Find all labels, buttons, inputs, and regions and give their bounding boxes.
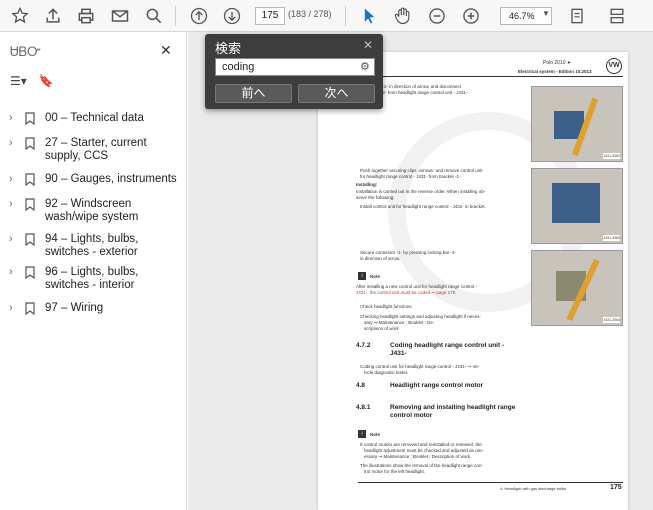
text-line: in direction of arrow. [360, 256, 401, 261]
bookmark-icon [25, 266, 37, 283]
panel-title: ᏌᏴᏅ [10, 44, 41, 59]
bookmark-item[interactable]: › 94 – Lights, bulbs, switches - exterio… [0, 233, 187, 259]
next-result-button[interactable]: 次へ [298, 84, 375, 103]
chevron-right-icon[interactable]: › [9, 198, 21, 211]
search-title: 検索 [215, 41, 242, 56]
page-number-input[interactable]: 175 [255, 7, 285, 25]
bookmark-icon [25, 137, 37, 154]
zoom-in-icon[interactable] [459, 4, 483, 28]
figure-2: J431-2063 [531, 168, 623, 244]
figure-3: J431-2064 [531, 250, 623, 326]
text-line: serve the following: [356, 195, 395, 200]
next-page-icon[interactable] [220, 4, 244, 28]
bookmark-label: 27 – Starter, current supply, CCS [45, 137, 147, 162]
chevron-down-icon[interactable]: ▼ [542, 9, 550, 18]
text-line: essary ⇒ Maintenance ; Booklet ; Descrip… [364, 454, 472, 459]
prev-result-button[interactable]: 前へ [215, 84, 292, 103]
page-footer: 4. Headlight with gas discharge bulbs [500, 486, 567, 491]
upload-icon[interactable] [41, 4, 65, 28]
bookmark-label: 94 – Lights, bulbs, switches - exterior [45, 233, 139, 258]
text-line: Install control unit for headlight range… [360, 204, 486, 209]
section-number: 4.7.2 [356, 342, 371, 349]
bookmark-icon [25, 198, 37, 215]
bookmark-item[interactable]: › 27 – Starter, current supply, CCS [0, 137, 187, 163]
prev-page-icon[interactable] [187, 4, 211, 28]
chevron-right-icon[interactable]: › [9, 137, 21, 150]
zoom-out-icon[interactable] [425, 4, 449, 28]
pdf-page: Polo 2010 ➤ Electrical system - Edition … [318, 52, 628, 510]
page-number: 175 [610, 484, 622, 491]
chevron-right-icon[interactable]: › [9, 266, 21, 279]
figure-label: J431-2062 [603, 153, 620, 159]
bookmark-label: 90 – Gauges, instruments [45, 173, 177, 185]
header-subtitle: Electrical system - Edition 10.2013 [518, 69, 592, 74]
chevron-right-icon[interactable]: › [9, 302, 21, 315]
close-icon[interactable]: ✕ [363, 38, 373, 52]
mail-icon[interactable] [108, 4, 132, 28]
section-number: 4.8.1 [356, 404, 371, 411]
page-fit-icon[interactable] [565, 4, 589, 28]
section-number: 4.8 [356, 382, 366, 389]
header-title: Polo 2010 ➤ [543, 60, 572, 66]
bookmark-icon [25, 302, 37, 319]
bookmark-item[interactable]: › 00 – Technical data [0, 112, 187, 129]
bookmark-item[interactable]: › 90 – Gauges, instruments [0, 173, 187, 190]
bookmark-search-icon[interactable]: 🔖 [39, 74, 54, 88]
text-line: Check headlight functions. [360, 304, 413, 309]
view-options-icon[interactable] [605, 4, 629, 28]
hand-tool-icon[interactable] [391, 4, 415, 28]
note-icon: i [358, 430, 366, 438]
chevron-right-icon[interactable]: › [9, 233, 21, 246]
note-label: Note [370, 432, 380, 437]
section-title: Coding headlight range control unit - J4… [390, 342, 505, 357]
figure-label: J431-2064 [603, 317, 620, 323]
select-cursor-icon[interactable] [357, 4, 381, 28]
search-input[interactable] [215, 58, 375, 76]
bookmark-label: 00 – Technical data [45, 112, 144, 124]
close-icon[interactable]: ✕ [160, 42, 172, 59]
gear-icon[interactable]: ⚙ [360, 60, 370, 73]
text-line: trol motor for the left headlight. [364, 469, 426, 474]
bookmark-icon [25, 233, 37, 250]
section-title: Removing and installing headlight range … [390, 404, 516, 419]
bookmark-item[interactable]: › 96 – Lights, bulbs, switches - interio… [0, 266, 187, 292]
page-total: (183 / 278) [288, 9, 332, 19]
vw-logo-icon: VW [606, 58, 622, 74]
bookmarks-panel: ᏌᏴᏅ ✕ ☰▾ 🔖 › 00 – Technical data › 27 – … [0, 32, 187, 510]
bookmark-icon [25, 173, 37, 190]
bookmark-icon [25, 112, 37, 129]
search-icon[interactable] [142, 4, 166, 28]
chevron-right-icon[interactable]: › [9, 173, 21, 186]
toolbar: 175 (183 / 278) 46.7% ▼ [0, 0, 653, 32]
text-line: Installing: [356, 182, 378, 187]
search-popup: 検索 ✕ ⚙ 前へ 次へ [205, 34, 383, 109]
text-line: scriptions of work [364, 326, 399, 331]
chevron-right-icon[interactable]: › [9, 112, 21, 125]
panel-tools: ☰▾ 🔖 [10, 74, 54, 88]
bookmark-item[interactable]: › 97 – Wiring [0, 302, 187, 319]
bookmark-label: 97 – Wiring [45, 302, 104, 314]
bookmark-label: 92 – Windscreen wash/wipe system [45, 198, 139, 223]
star-icon[interactable] [8, 4, 32, 28]
figure-1: J431-2062 [531, 86, 623, 162]
bookmark-item[interactable]: › 92 – Windscreen wash/wipe system [0, 198, 187, 224]
text-line: hicle diagnostic tester. [364, 370, 409, 375]
figure-label: J431-2063 [603, 235, 620, 241]
note-label: Note [370, 274, 380, 279]
note-icon: i [358, 272, 366, 280]
text-line: J431-, the control unit must be coded ⇒ … [356, 290, 457, 295]
print-icon[interactable] [74, 4, 98, 28]
bookmark-label: 96 – Lights, bulbs, switches - interior [45, 266, 139, 291]
section-title: Headlight range control motor [390, 382, 484, 389]
options-menu-icon[interactable]: ☰▾ [10, 74, 27, 88]
text-line: for headlight range control - J431- from… [360, 174, 462, 179]
